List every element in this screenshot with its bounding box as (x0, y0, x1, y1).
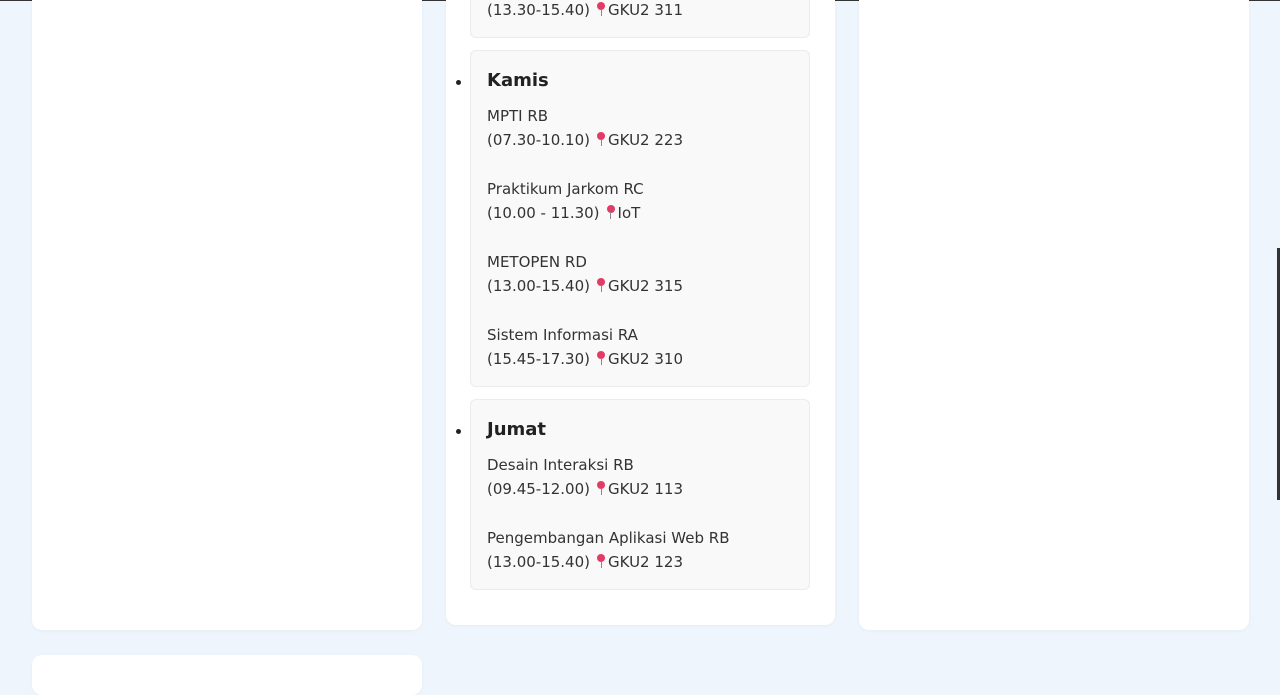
entry-time-location: (15.45-17.30) GKU2 310 (487, 347, 683, 371)
pushpin-icon (596, 554, 606, 568)
card-right (859, 0, 1249, 630)
schedule-card: (13.30-15.40) GKU2 311 Kamis MPTI RB (07.… (446, 0, 835, 625)
entry-location: GKU2 311 (608, 1, 683, 19)
entry-time-location: (09.45-12.00) GKU2 113 (487, 477, 683, 501)
entry-time-location: (13.00-15.40) GKU2 315 (487, 274, 683, 298)
entry-time: (13.00-15.40) (487, 553, 591, 571)
entry-location: GKU2 315 (608, 277, 683, 295)
day-box-jumat: Jumat Desain Interaksi RB (09.45-12.00) G… (456, 399, 810, 590)
day-title: Jumat (487, 419, 547, 440)
pushpin-icon (596, 2, 606, 16)
entry-course: Sistem Informasi RA (487, 326, 638, 344)
entry-time: (07.30-10.10) (487, 131, 591, 149)
entry-course: METOPEN RD (487, 253, 587, 271)
entry-course: Praktikum Jarkom RC (487, 180, 644, 198)
pushpin-icon (596, 132, 606, 146)
entry-time-location: (10.00 - 11.30) IoT (487, 201, 640, 225)
entry-time-location: (13.30-15.40) GKU2 311 (487, 0, 683, 22)
card-left (32, 0, 422, 630)
entry-course: Pengembangan Aplikasi Web RB (487, 529, 730, 547)
pushpin-icon (606, 205, 616, 219)
entry-location: GKU2 113 (608, 480, 683, 498)
day-title: Kamis (487, 70, 549, 91)
list-bullet (456, 80, 461, 85)
pushpin-icon (596, 278, 606, 292)
entry-time: (10.00 - 11.30) (487, 204, 600, 222)
entry-time: (09.45-12.00) (487, 480, 591, 498)
entry-location: GKU2 223 (608, 131, 683, 149)
day-box-kamis: Kamis MPTI RB (07.30-10.10) GKU2 223 Prak… (456, 50, 810, 387)
entry-location: GKU2 310 (608, 350, 683, 368)
entry-course: MPTI RB (487, 107, 549, 125)
pushpin-icon (596, 481, 606, 495)
entry-time-location: (07.30-10.10) GKU2 223 (487, 128, 683, 152)
day-box-previous: (13.30-15.40) GKU2 311 (470, 0, 810, 38)
entry-course: Desain Interaksi RB (487, 456, 634, 474)
entry-time-location: (13.00-15.40) GKU2 123 (487, 550, 683, 574)
list-bullet (456, 429, 461, 434)
entry-location: IoT (617, 204, 641, 222)
entry-location: GKU2 123 (608, 553, 683, 571)
card-bottom (32, 655, 422, 695)
entry-time: (13.00-15.40) (487, 277, 591, 295)
entry-time: (15.45-17.30) (487, 350, 591, 368)
entry-time: (13.30-15.40) (487, 1, 591, 19)
pushpin-icon (596, 351, 606, 365)
